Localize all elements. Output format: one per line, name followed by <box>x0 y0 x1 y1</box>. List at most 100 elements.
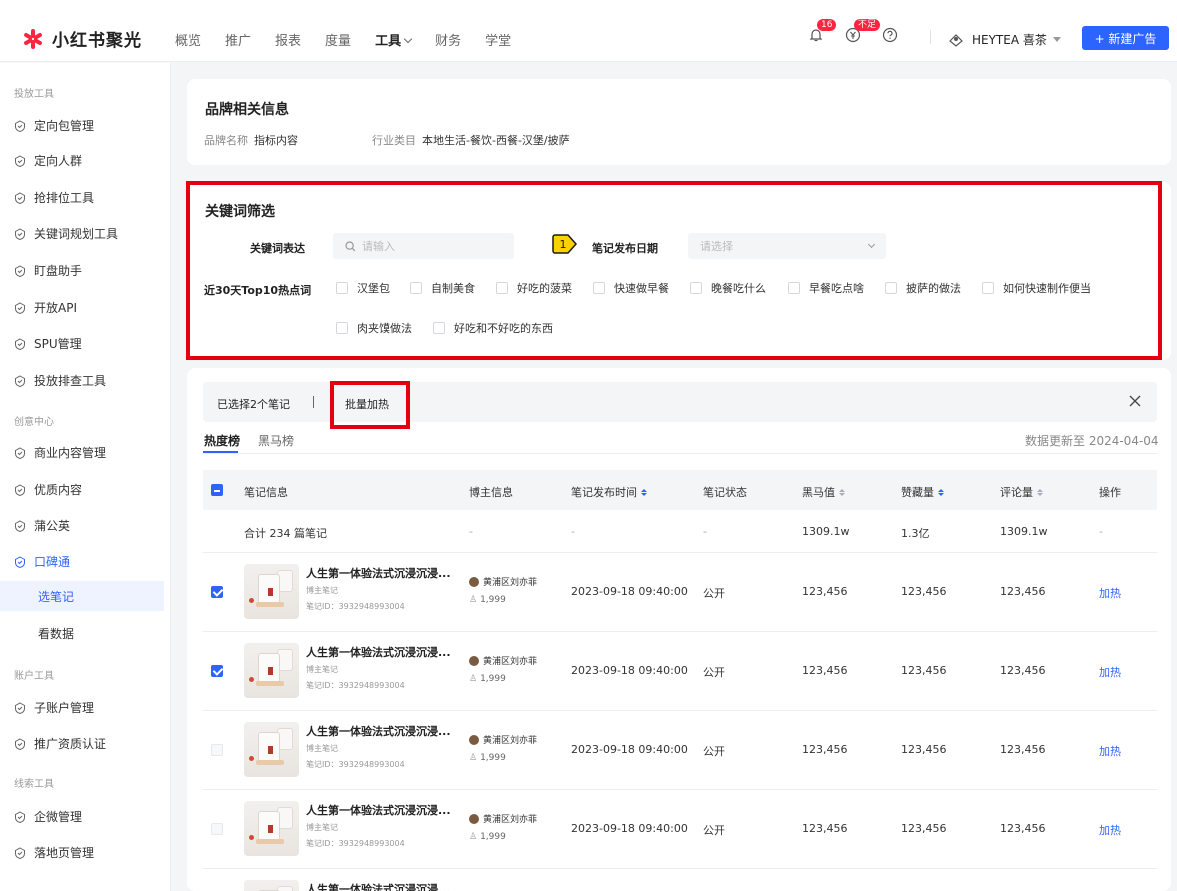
note-status: 公开 <box>703 745 725 758</box>
publish-date-label: 笔记发布日期 <box>592 242 658 255</box>
note-thumbnail[interactable] <box>244 880 299 891</box>
hot-word-checkbox[interactable]: 好吃的菠菜 <box>496 280 572 296</box>
checkbox[interactable] <box>885 282 897 294</box>
sidebar-item-qualification[interactable]: 推广资质认证 <box>14 735 106 752</box>
keyword-search-input[interactable]: 请输入 <box>333 233 514 259</box>
heat-button[interactable]: 加热 <box>1099 743 1121 759</box>
yuan-icon[interactable]: 不足 <box>845 19 881 43</box>
blogger-info[interactable]: 黄浦区刘亦菲 <box>469 812 537 825</box>
row-checkbox[interactable] <box>211 665 223 677</box>
checkbox[interactable] <box>788 282 800 294</box>
nav-tools[interactable]: 工具 <box>375 30 413 49</box>
note-title[interactable]: 人生第一体验法式沉浸沉浸... <box>306 723 451 739</box>
account-switcher[interactable]: HEYTEA 喜茶 <box>948 31 1061 48</box>
hot-word-checkbox[interactable]: 如何快速制作便当 <box>982 280 1091 296</box>
help-icon[interactable] <box>882 27 898 43</box>
note-thumbnail[interactable] <box>244 801 299 856</box>
sidebar-item-spu[interactable]: SPU管理 <box>14 335 82 352</box>
heat-button[interactable]: 加热 <box>1099 822 1121 838</box>
nav-promote[interactable]: 推广 <box>225 30 251 49</box>
sort-icon <box>839 488 845 496</box>
shield-icon <box>14 227 26 240</box>
sidebar-subitem-select-notes[interactable]: 选笔记 <box>0 581 164 611</box>
select-all-checkbox[interactable] <box>211 484 232 496</box>
nav-overview[interactable]: 概览 <box>175 30 201 49</box>
hot-word-checkbox[interactable]: 汉堡包 <box>336 280 390 296</box>
fans-value: 1,999 <box>480 595 506 605</box>
checkbox[interactable] <box>336 282 348 294</box>
shield-icon <box>14 374 26 387</box>
checkbox[interactable] <box>593 282 605 294</box>
note-title[interactable]: 人生第一体验法式沉浸沉浸... <box>306 644 451 660</box>
checkbox[interactable] <box>982 282 994 294</box>
hot-word-checkbox[interactable]: 披萨的做法 <box>885 280 961 296</box>
note-thumbnail[interactable] <box>244 643 299 698</box>
sidebar-item-dandelion[interactable]: 蒲公英 <box>14 517 70 534</box>
nav-finance[interactable]: 财务 <box>435 30 461 49</box>
shield-icon <box>14 191 26 204</box>
hot-word-checkbox[interactable]: 快速做早餐 <box>593 280 669 296</box>
row-checkbox[interactable] <box>211 744 223 756</box>
heat-button[interactable]: 加热 <box>1099 585 1121 601</box>
sidebar-item-troubleshoot[interactable]: 投放排查工具 <box>14 372 106 389</box>
heat-button[interactable]: 加热 <box>1099 664 1121 680</box>
blogger-info[interactable]: 黄浦区刘亦菲 <box>469 575 537 588</box>
sidebar-item-label: 定向人群 <box>34 154 83 168</box>
checkbox[interactable] <box>211 484 223 496</box>
new-ad-button[interactable]: + 新建广告 <box>1082 26 1169 50</box>
sidebar-item-monitor-assistant[interactable]: 盯盘助手 <box>14 262 82 279</box>
sidebar-item-label: 落地页管理 <box>34 846 95 860</box>
column-header-sortable[interactable]: 笔记发布时间 <box>571 484 647 500</box>
column-header-sortable[interactable]: 评论量 <box>1000 484 1043 500</box>
hot-word-label: 早餐吃点啥 <box>809 282 864 295</box>
note-thumbnail[interactable] <box>244 564 299 619</box>
sidebar-item-koubei[interactable]: 口碑通 <box>14 553 70 570</box>
sidebar-item-sub-accounts[interactable]: 子账户管理 <box>14 699 94 716</box>
note-title[interactable]: 人生第一体验法式沉浸沉浸... <box>306 881 451 891</box>
sidebar-subitem-view-data[interactable]: 看数据 <box>0 618 164 648</box>
thumbnail-part <box>268 746 273 754</box>
sidebar-item-keyword-planner[interactable]: 关键词规划工具 <box>14 225 118 242</box>
hot-word-checkbox[interactable]: 自制美食 <box>410 280 475 296</box>
column-header-sortable[interactable]: 黑马值 <box>802 484 845 500</box>
sidebar-item-landing-pages[interactable]: 落地页管理 <box>14 844 94 861</box>
hot-word-checkbox[interactable]: 好吃和不好吃的东西 <box>433 320 553 336</box>
hot-word-checkbox[interactable]: 晚餐吃什么 <box>690 280 766 296</box>
row-checkbox[interactable] <box>211 586 223 598</box>
sidebar-item-targeting-package[interactable]: 定向包管理 <box>14 117 94 134</box>
blogger-info[interactable]: 黄浦区刘亦菲 <box>469 654 537 667</box>
note-type: 博主笔记 <box>306 744 338 753</box>
hot-word-checkbox[interactable]: 肉夹馍做法 <box>336 320 412 336</box>
brand-logo[interactable]: 小红书聚光 <box>22 26 142 51</box>
sidebar-item-commercial-content[interactable]: 商业内容管理 <box>14 444 106 461</box>
hot-word-checkbox[interactable]: 早餐吃点啥 <box>788 280 864 296</box>
nav-academy[interactable]: 学堂 <box>485 30 511 49</box>
note-thumbnail[interactable] <box>244 722 299 777</box>
checkbox[interactable] <box>336 322 348 334</box>
nav-measure[interactable]: 度量 <box>325 30 351 49</box>
checkbox[interactable] <box>496 282 508 294</box>
tab-dark-horse-ranking[interactable]: 黑马榜 <box>258 432 294 449</box>
sidebar-item-rank-grab[interactable]: 抢排位工具 <box>14 189 94 206</box>
sidebar-item-targeting-crowd[interactable]: 定向人群 <box>14 152 82 169</box>
note-title[interactable]: 人生第一体验法式沉浸沉浸... <box>306 565 451 581</box>
tab-hot-ranking[interactable]: 热度榜 <box>204 432 240 449</box>
sidebar-item-wecom[interactable]: 企微管理 <box>14 808 82 825</box>
row-checkbox[interactable] <box>211 823 223 835</box>
bell-icon[interactable]: 16 <box>808 19 837 43</box>
checkbox[interactable] <box>690 282 702 294</box>
nav-reports[interactable]: 报表 <box>275 30 301 49</box>
close-icon[interactable] <box>1128 394 1142 408</box>
checkbox[interactable] <box>433 322 445 334</box>
sidebar-item-quality-content[interactable]: 优质内容 <box>14 481 82 498</box>
user-icon: ♙ <box>469 674 478 684</box>
column-header-sortable[interactable]: 赞藏量 <box>901 484 944 500</box>
publish-date-select[interactable]: 请选择 <box>688 233 886 259</box>
sidebar-item-open-api[interactable]: 开放API <box>14 299 77 316</box>
row-divider <box>203 868 1157 869</box>
publish-time: 2023-09-18 09:40:00 <box>571 664 688 677</box>
note-title[interactable]: 人生第一体验法式沉浸沉浸... <box>306 802 451 818</box>
checkbox[interactable] <box>410 282 422 294</box>
blogger-info[interactable]: 黄浦区刘亦菲 <box>469 733 537 746</box>
shield-icon <box>14 519 26 532</box>
